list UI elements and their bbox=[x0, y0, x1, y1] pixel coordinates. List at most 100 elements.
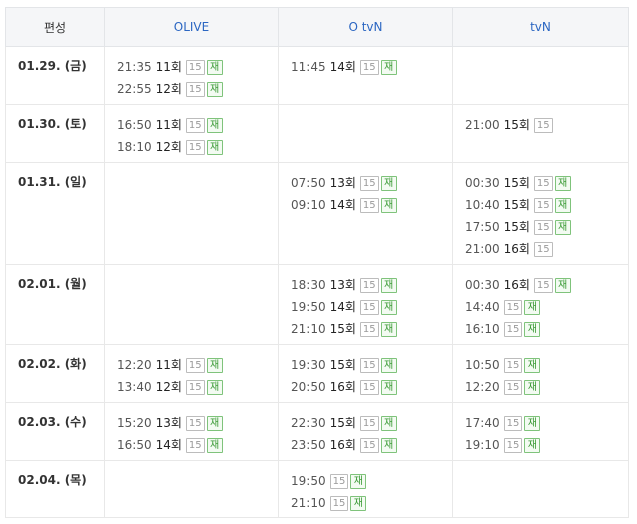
header-channel-tvn[interactable]: tvN bbox=[452, 7, 629, 47]
episode-number: 14회 bbox=[329, 60, 356, 74]
airing-entry[interactable]: 19:50 14회 15 재 bbox=[291, 296, 452, 318]
broadcast-date: 02.01. (월) bbox=[5, 264, 105, 345]
airing-entry[interactable]: 00:30 15회 15 재 bbox=[465, 172, 628, 194]
rerun-badge: 재 bbox=[206, 81, 223, 97]
airing-entry[interactable]: 18:10 12회 15 재 bbox=[117, 136, 278, 158]
rerun-badge: 재 bbox=[380, 277, 397, 293]
header-row: 편성 OLIVE O tvN tvN bbox=[5, 7, 629, 47]
airing-time: 00:30 bbox=[465, 278, 500, 292]
rerun-badge: 재 bbox=[554, 277, 571, 293]
slot-cell-otvn: 22:30 15회 15 재 23:50 16회 15 재 bbox=[278, 402, 453, 461]
airing-entry[interactable]: 22:30 15회 15 재 bbox=[291, 412, 452, 434]
age-rating-badge: 15 bbox=[503, 321, 523, 337]
airing-entry[interactable]: 11:45 14회 15 재 bbox=[291, 56, 452, 78]
airing-entry[interactable]: 10:40 15회 15 재 bbox=[465, 194, 628, 216]
airing-entry[interactable]: 12:20 11회 15 재 bbox=[117, 354, 278, 376]
airing-time: 19:50 bbox=[291, 300, 326, 314]
header-channel-otvn[interactable]: O tvN bbox=[278, 7, 453, 47]
airing-entry[interactable]: 15:20 13회 15 재 bbox=[117, 412, 278, 434]
age-rating-badge: 15 bbox=[359, 437, 379, 453]
rerun-badge: 재 bbox=[206, 357, 223, 373]
airing-time: 10:40 bbox=[465, 198, 500, 212]
rerun-badge: 재 bbox=[554, 197, 571, 213]
airing-entry[interactable]: 21:00 16회 15 bbox=[465, 238, 628, 260]
airing-entry[interactable]: 16:50 11회 15 재 bbox=[117, 114, 278, 136]
slot-cell-olive: 15:20 13회 15 재 16:50 14회 15 재 bbox=[104, 402, 279, 461]
schedule-row: 01.29. (금) 21:35 11회 15 재 22:55 12회 15 재 11:45 14회… bbox=[5, 46, 629, 105]
rerun-badge: 재 bbox=[524, 437, 541, 453]
airing-entry[interactable]: 20:50 16회 15 재 bbox=[291, 376, 452, 398]
episode-number: 15회 bbox=[329, 416, 356, 430]
airing-time: 09:10 bbox=[291, 198, 326, 212]
broadcast-date: 01.29. (금) bbox=[5, 46, 105, 105]
age-rating-badge: 15 bbox=[503, 415, 523, 431]
airing-entry[interactable]: 10:50 15 재 bbox=[465, 354, 628, 376]
airing-time: 11:45 bbox=[291, 60, 326, 74]
airing-entry[interactable]: 18:30 13회 15 재 bbox=[291, 274, 452, 296]
airing-entry[interactable]: 16:50 14회 15 재 bbox=[117, 434, 278, 456]
episode-number: 15회 bbox=[503, 176, 530, 190]
header-channel-olive[interactable]: OLIVE bbox=[104, 7, 279, 47]
airing-entry[interactable]: 19:50 15 재 bbox=[291, 470, 452, 492]
slot-cell-otvn: 19:30 15회 15 재 20:50 16회 15 재 bbox=[278, 344, 453, 403]
airing-time: 22:30 bbox=[291, 416, 326, 430]
age-rating-badge: 15 bbox=[359, 59, 379, 75]
airing-entry[interactable]: 17:40 15 재 bbox=[465, 412, 628, 434]
schedule-body: 01.29. (금) 21:35 11회 15 재 22:55 12회 15 재 11:45 14회… bbox=[5, 46, 629, 518]
age-rating-badge: 15 bbox=[329, 495, 349, 511]
age-rating-badge: 15 bbox=[359, 415, 379, 431]
age-rating-badge: 15 bbox=[359, 321, 379, 337]
airing-time: 16:10 bbox=[465, 322, 500, 336]
airing-entry[interactable]: 21:00 15회 15 bbox=[465, 114, 628, 136]
airing-time: 07:50 bbox=[291, 176, 326, 190]
rerun-badge: 재 bbox=[380, 197, 397, 213]
airing-entry[interactable]: 19:10 15 재 bbox=[465, 434, 628, 456]
airing-entry[interactable]: 16:10 15 재 bbox=[465, 318, 628, 340]
age-rating-badge: 15 bbox=[359, 379, 379, 395]
rerun-badge: 재 bbox=[524, 357, 541, 373]
slot-cell-tvn bbox=[452, 460, 629, 518]
rerun-badge: 재 bbox=[380, 437, 397, 453]
rerun-badge: 재 bbox=[380, 379, 397, 395]
episode-number: 14회 bbox=[329, 198, 356, 212]
episode-number: 16회 bbox=[329, 438, 356, 452]
airing-entry[interactable]: 22:55 12회 15 재 bbox=[117, 78, 278, 100]
episode-number: 11회 bbox=[155, 118, 182, 132]
age-rating-badge: 15 bbox=[185, 59, 205, 75]
broadcast-date: 02.02. (화) bbox=[5, 344, 105, 403]
age-rating-badge: 15 bbox=[359, 277, 379, 293]
airing-entry[interactable]: 09:10 14회 15 재 bbox=[291, 194, 452, 216]
airing-time: 10:50 bbox=[465, 358, 500, 372]
slot-cell-tvn: 10:50 15 재 12:20 15 재 bbox=[452, 344, 629, 403]
rerun-badge: 재 bbox=[524, 321, 541, 337]
airing-entry[interactable]: 00:30 16회 15 재 bbox=[465, 274, 628, 296]
episode-number: 11회 bbox=[155, 60, 182, 74]
airing-entry[interactable]: 21:10 15 재 bbox=[291, 492, 452, 514]
episode-number: 15회 bbox=[503, 118, 530, 132]
airing-entry[interactable]: 07:50 13회 15 재 bbox=[291, 172, 452, 194]
airing-entry[interactable]: 21:35 11회 15 재 bbox=[117, 56, 278, 78]
airing-entry[interactable]: 23:50 16회 15 재 bbox=[291, 434, 452, 456]
episode-number: 15회 bbox=[329, 322, 356, 336]
airing-entry[interactable]: 14:40 15 재 bbox=[465, 296, 628, 318]
schedule-row: 02.02. (화) 12:20 11회 15 재 13:40 12회 15 재 19:30 15회… bbox=[5, 344, 629, 403]
airing-entry[interactable]: 12:20 15 재 bbox=[465, 376, 628, 398]
airing-time: 18:30 bbox=[291, 278, 326, 292]
age-rating-badge: 15 bbox=[185, 357, 205, 373]
airing-entry[interactable]: 21:10 15회 15 재 bbox=[291, 318, 452, 340]
airing-entry[interactable]: 19:30 15회 15 재 bbox=[291, 354, 452, 376]
airing-entry[interactable]: 13:40 12회 15 재 bbox=[117, 376, 278, 398]
schedule-row: 02.04. (목) 19:50 15 재 21:10 15 재 bbox=[5, 460, 629, 518]
age-rating-badge: 15 bbox=[503, 379, 523, 395]
airing-time: 20:50 bbox=[291, 380, 326, 394]
episode-number: 12회 bbox=[155, 82, 182, 96]
rerun-badge: 재 bbox=[206, 139, 223, 155]
schedule-row: 01.31. (일) 07:50 13회 15 재 09:10 14회 15 재 00:30 15회… bbox=[5, 162, 629, 265]
broadcast-date: 01.31. (일) bbox=[5, 162, 105, 265]
slot-cell-olive bbox=[104, 264, 279, 345]
episode-number: 12회 bbox=[155, 380, 182, 394]
airing-time: 23:50 bbox=[291, 438, 326, 452]
age-rating-badge: 15 bbox=[533, 197, 553, 213]
airing-entry[interactable]: 17:50 15회 15 재 bbox=[465, 216, 628, 238]
age-rating-badge: 15 bbox=[533, 117, 553, 133]
